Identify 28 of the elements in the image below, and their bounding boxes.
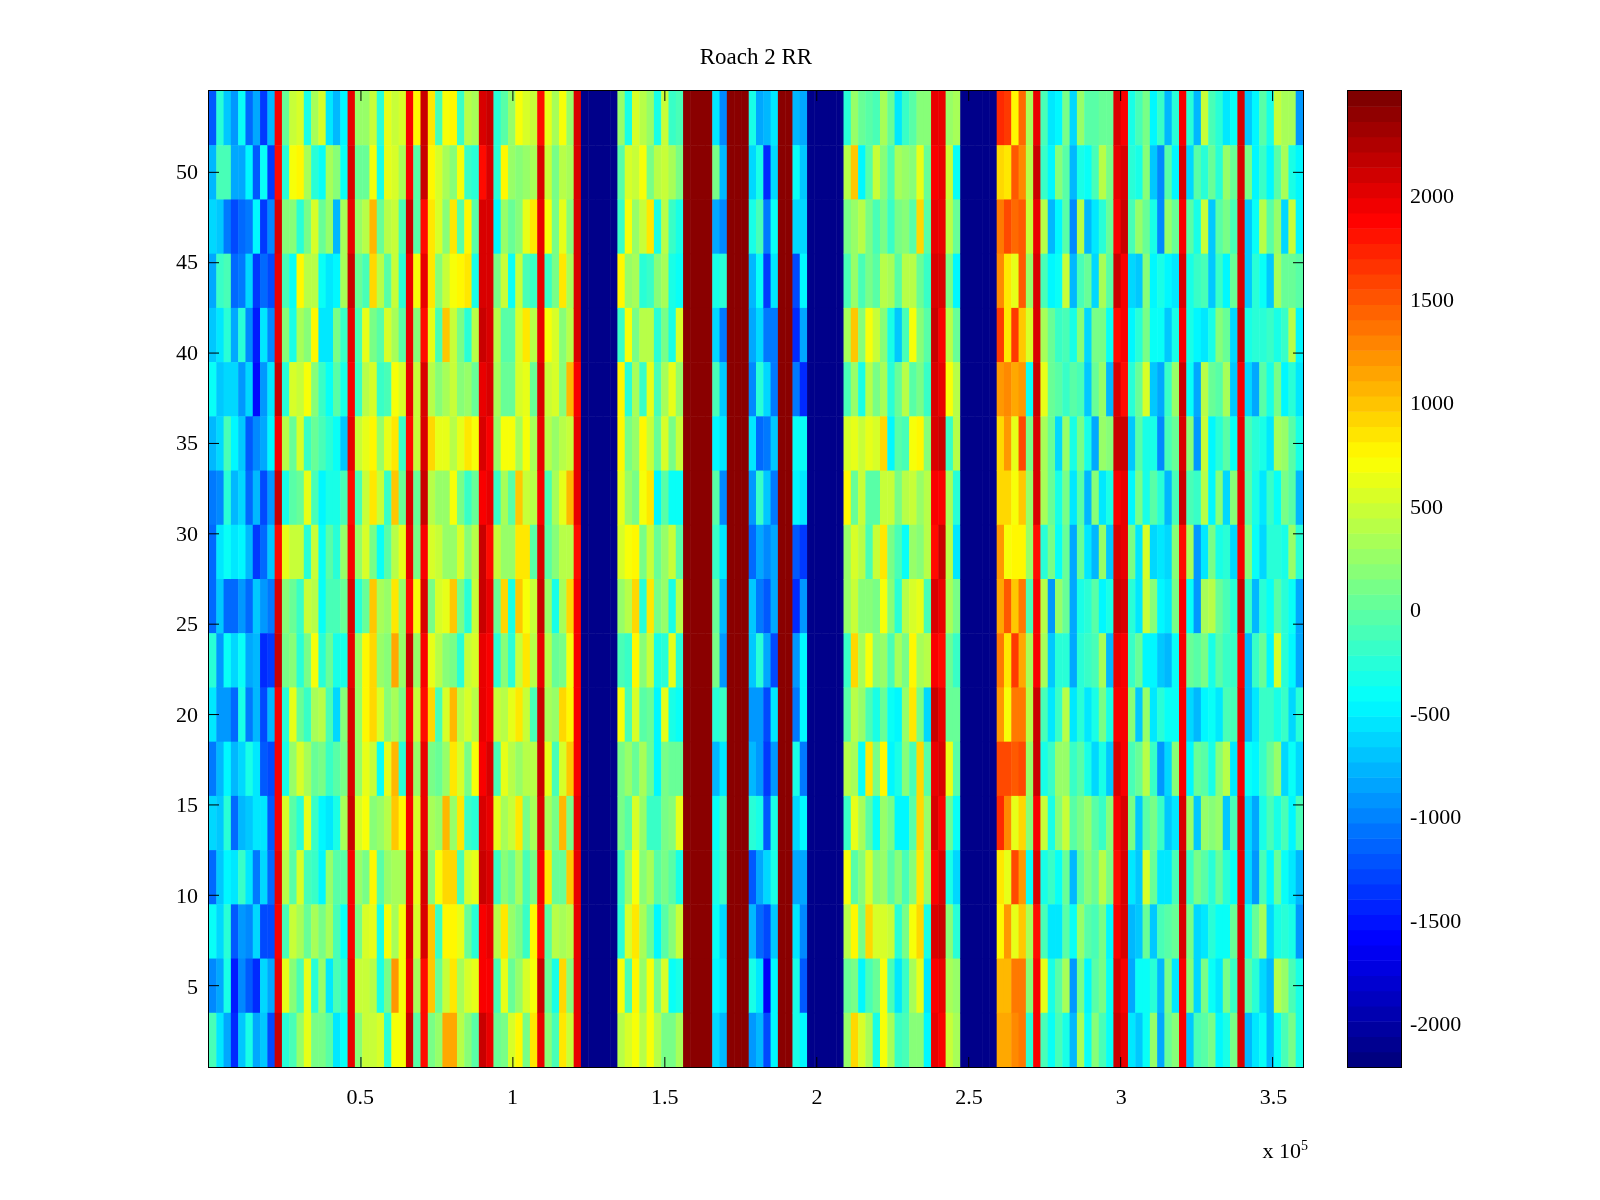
colorbar-tick-label: 500 [1410, 495, 1443, 518]
x-tick-label: 0.5 [346, 1086, 374, 1108]
x-tick-label: 3.5 [1259, 1086, 1288, 1108]
x-tick-label: 1.5 [650, 1086, 679, 1108]
y-tick-label: 45 [176, 251, 198, 274]
y-tick-label: 30 [176, 522, 198, 545]
y-tick-label: 35 [176, 432, 198, 455]
y-tick-label: 40 [176, 341, 198, 364]
colorbar-tick-label: 1000 [1410, 392, 1454, 414]
colorbar-tick-label: -2000 [1410, 1013, 1462, 1036]
y-tick-label: 50 [176, 160, 198, 183]
colorbar-tick-label: -1000 [1410, 806, 1462, 829]
colorbar-tick-label: 2000 [1410, 185, 1454, 207]
x-tick-label: 2.5 [955, 1086, 983, 1108]
y-tick-label: 20 [176, 703, 198, 726]
y-tick-label: 25 [176, 613, 198, 636]
y-tick-label: 15 [176, 794, 198, 817]
chart-title: Roach 2 RR [699, 44, 813, 70]
axis-exponent-label: x 10$^{5}$ [1262, 1138, 1308, 1165]
colorbar-tick-label: 0 [1410, 599, 1421, 622]
colorbar-tick-label: -1500 [1410, 909, 1462, 932]
y-tick-label: 10 [176, 884, 198, 907]
y-tick-label: 5 [187, 975, 198, 998]
colorbar-tick-label: 1500 [1410, 288, 1454, 311]
x-tick-label: 3 [1115, 1086, 1127, 1108]
colorbar-tick-label: -500 [1410, 702, 1451, 725]
x-tick-label: 2 [811, 1086, 823, 1108]
x-tick-label: 1 [506, 1086, 518, 1108]
